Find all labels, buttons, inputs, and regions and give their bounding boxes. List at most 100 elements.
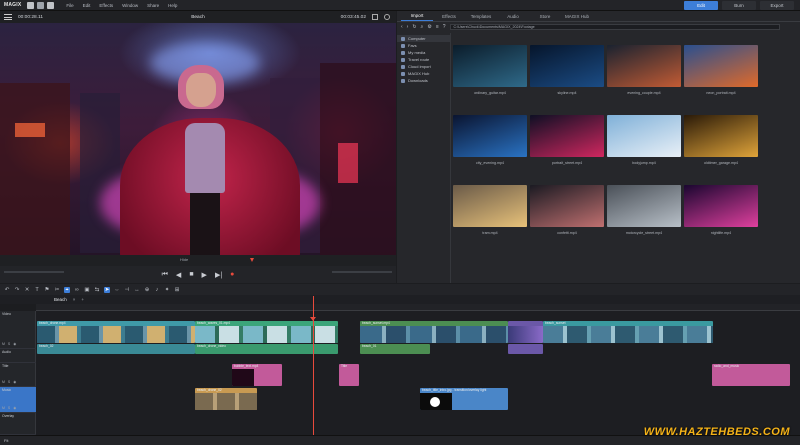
path-field[interactable]: C:\Users\Chuck\Documents\MAGIX_2024\Foot… <box>449 23 780 30</box>
clip-video-4[interactable] <box>508 321 543 343</box>
clip-audio-4[interactable] <box>508 344 543 354</box>
media-thumbnail[interactable] <box>453 115 527 157</box>
play-icon[interactable]: ▶ <box>202 271 207 279</box>
track-header-audio[interactable]: Audio <box>0 349 36 363</box>
back-icon[interactable]: ‹ <box>401 24 403 30</box>
media-thumbnail[interactable] <box>684 185 758 227</box>
mode-tab-burn[interactable]: Burn <box>722 1 756 10</box>
video-preview[interactable] <box>0 23 396 255</box>
sidebar-item[interactable]: MAGIX Hub <box>397 70 450 77</box>
refresh-icon[interactable]: ↻ <box>412 24 416 30</box>
sort-icon[interactable]: ≡ <box>436 24 439 30</box>
media-thumbnail[interactable] <box>530 185 604 227</box>
media-thumbnail[interactable] <box>530 45 604 87</box>
volume-slider[interactable] <box>332 271 392 273</box>
sidebar-item[interactable]: Computer <box>397 35 450 42</box>
mode-tab-edit[interactable]: Edit <box>684 1 718 10</box>
scrub-marker-icon[interactable] <box>250 258 254 262</box>
delete-icon[interactable]: ✕ <box>24 287 30 293</box>
track-controls[interactable]: M S ◉ <box>2 342 17 346</box>
track-header-music[interactable]: Music M S ◉ <box>0 387 36 413</box>
link-icon[interactable]: ∞ <box>74 287 80 293</box>
clip-audio-3[interactable]: beach_01 <box>360 344 430 354</box>
clip-video-3[interactable]: beach_sunset.mp4 <box>360 321 508 343</box>
range-icon[interactable]: ⇔ <box>114 287 120 293</box>
fx-icon[interactable]: ✦ <box>164 287 170 293</box>
close-icon[interactable]: × <box>73 297 76 302</box>
clip-title-2[interactable]: Title <box>339 364 359 386</box>
multicam-icon[interactable]: ⊞ <box>174 287 180 293</box>
record-icon[interactable]: ● <box>230 271 234 278</box>
stretch-icon[interactable]: ↔ <box>134 287 140 293</box>
track-header-video[interactable]: Video M S ◉ <box>0 311 36 349</box>
menu-effects[interactable]: Effects <box>99 3 113 8</box>
tab-import[interactable]: Import <box>401 11 433 21</box>
snap-icon[interactable]: ⌖ <box>64 286 70 293</box>
pointer-icon[interactable]: ➤ <box>104 286 110 293</box>
media-thumbnail[interactable] <box>607 115 681 157</box>
clip-video-1[interactable]: beach_drone.mp4 <box>37 321 195 343</box>
help-icon[interactable]: ? <box>443 24 446 30</box>
undo-icon[interactable]: ↶ <box>4 287 10 293</box>
media-thumbnail[interactable] <box>530 115 604 157</box>
zoom-selector[interactable]: Fit <box>4 438 8 443</box>
zoom-tool-icon[interactable]: ⊕ <box>144 287 150 293</box>
track-controls[interactable]: M S ◉ <box>2 380 17 384</box>
tab-store[interactable]: Store <box>529 11 561 21</box>
menu-window[interactable]: Window <box>122 3 138 8</box>
forward-icon[interactable]: › <box>407 24 409 30</box>
open-folder-icon[interactable] <box>37 1 45 9</box>
tab-audio[interactable]: Audio <box>497 11 529 21</box>
jog-slider[interactable] <box>4 271 64 273</box>
gear-icon[interactable]: ⚙ <box>427 24 431 30</box>
media-thumbnail[interactable] <box>684 45 758 87</box>
timeline-ruler[interactable] <box>36 304 800 311</box>
media-thumbnail[interactable] <box>607 185 681 227</box>
stop-icon[interactable]: ■ <box>189 271 193 278</box>
menu-share[interactable]: Share <box>147 3 159 8</box>
clip-video-5[interactable]: beach_sunset <box>543 321 713 343</box>
clip-audio-1[interactable]: beach_02 <box>37 344 195 354</box>
sidebar-item[interactable]: Travel route <box>397 56 450 63</box>
track-controls[interactable]: M S ◉ <box>2 406 17 410</box>
group-icon[interactable]: ▣ <box>84 287 90 293</box>
trim-icon[interactable]: ⊣ <box>124 287 130 293</box>
prev-frame-icon[interactable]: ◀ <box>176 271 181 279</box>
add-tab-icon[interactable]: + <box>81 297 84 302</box>
tab-templates[interactable]: Templates <box>465 11 497 21</box>
tab-magix-hub[interactable]: MAGIX Hub <box>561 11 593 21</box>
settings-icon[interactable] <box>384 14 390 20</box>
go-start-icon[interactable]: ⏮ <box>162 271 168 279</box>
clip-music-1[interactable]: beach_drone_02 <box>195 388 257 410</box>
mode-tab-export[interactable]: Export <box>760 1 794 10</box>
sidebar-item[interactable]: Downloads <box>397 77 450 84</box>
media-thumbnail[interactable] <box>607 45 681 87</box>
track-header-title[interactable]: Title M S ◉ <box>0 363 36 387</box>
sidebar-item[interactable]: Cloud import <box>397 63 450 70</box>
search-icon[interactable]: ⌕ <box>421 24 424 30</box>
menu-help[interactable]: Help <box>168 3 177 8</box>
fullscreen-icon[interactable] <box>372 14 378 20</box>
sidebar-item[interactable]: Favs <box>397 42 450 49</box>
next-frame-icon[interactable]: ▶| <box>215 271 222 279</box>
playhead-handle-icon[interactable] <box>310 317 316 321</box>
marker-icon[interactable]: ⚑ <box>44 287 50 293</box>
redo-icon[interactable]: ↷ <box>14 287 20 293</box>
new-project-icon[interactable] <box>27 1 35 9</box>
tab-effects[interactable]: Effects <box>433 11 465 21</box>
clip-title-1[interactable]: bubble_text.mp4 <box>232 364 282 386</box>
save-icon[interactable] <box>47 1 55 9</box>
split-icon[interactable]: ✂ <box>54 287 60 293</box>
media-thumbnail[interactable] <box>453 45 527 87</box>
track-header-overlay[interactable]: Overlay <box>0 413 36 435</box>
sidebar-item[interactable]: My media <box>397 49 450 56</box>
menu-edit[interactable]: Edit <box>83 3 91 8</box>
audio-tool-icon[interactable]: ♪ <box>154 287 160 293</box>
clip-title-3[interactable]: radio_and_music <box>712 364 790 386</box>
media-thumbnail[interactable] <box>453 185 527 227</box>
clip-audio-2[interactable]: beach_drone_video <box>195 344 338 354</box>
ripple-icon[interactable]: ⇆ <box>94 287 100 293</box>
menu-file[interactable]: File <box>66 3 73 8</box>
media-thumbnail[interactable] <box>684 115 758 157</box>
preview-scrubber[interactable]: Hide <box>0 255 396 266</box>
